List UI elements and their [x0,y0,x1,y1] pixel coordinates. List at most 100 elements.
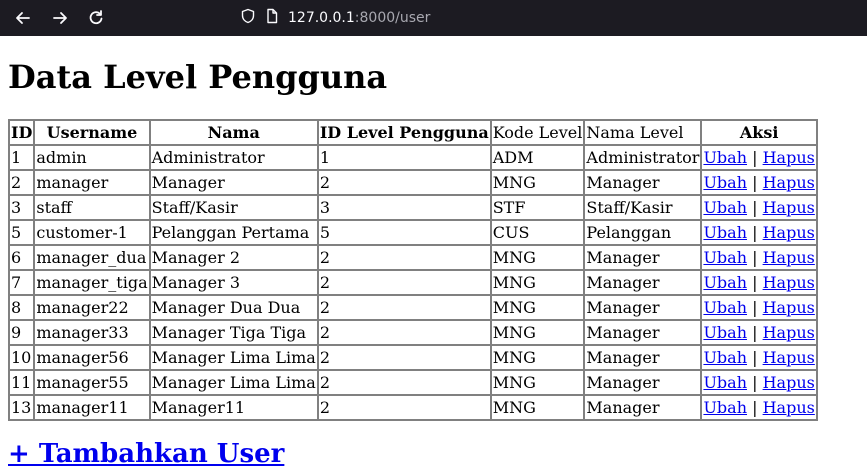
edit-link[interactable]: Ubah [703,323,747,342]
edit-link[interactable]: Ubah [703,298,747,317]
cell-nama-level: Manager [584,320,702,345]
action-separator: | [752,198,758,217]
cell-nama: Manager Dua Dua [149,295,318,320]
cell-actions: Ubah | Hapus [701,320,817,345]
edit-link[interactable]: Ubah [703,348,747,367]
cell-id: 6 [9,245,35,270]
cell-username: admin [34,145,150,170]
cell-id-level: 3 [317,195,491,220]
table-row: 8 manager22 Manager Dua Dua 2 MNG Manager Ubah… [9,295,817,320]
edit-link[interactable]: Ubah [703,248,747,267]
delete-link[interactable]: Hapus [763,198,815,217]
action-separator: | [752,273,758,292]
delete-link[interactable]: Hapus [763,398,815,417]
cell-id: 9 [9,320,35,345]
header-id: ID [9,120,35,145]
table-row: 9 manager33 Manager Tiga Tiga 2 MNG Manager Ub… [9,320,817,345]
cell-username: customer-1 [34,220,150,245]
table-row: 1 admin Administrator 1 ADM Administrator Ubah… [9,145,817,170]
action-separator: | [752,173,758,192]
cell-id: 5 [9,220,35,245]
cell-id-level: 1 [317,145,491,170]
forward-arrow-icon[interactable] [47,5,73,31]
cell-kode-level: MNG [490,395,585,420]
edit-link[interactable]: Ubah [703,273,747,292]
table-row: 3 staff Staff/Kasir 3 STF Staff/Kasir Ubah | H… [9,195,817,220]
cell-actions: Ubah | Hapus [701,395,817,420]
delete-link[interactable]: Hapus [763,148,815,167]
page-icon [264,8,280,28]
cell-username: manager_dua [34,245,150,270]
cell-nama-level: Administrator [584,145,702,170]
cell-nama-level: Manager [584,395,702,420]
cell-nama-level: Manager [584,370,702,395]
cell-nama-level: Manager [584,345,702,370]
cell-nama: Manager11 [149,395,318,420]
header-nama: Nama [149,120,318,145]
shield-icon [240,8,256,28]
edit-link[interactable]: Ubah [703,223,747,242]
cell-nama: Manager Lima Lima [149,370,318,395]
cell-actions: Ubah | Hapus [701,370,817,395]
cell-nama: Manager Tiga Tiga [149,320,318,345]
action-separator: | [752,223,758,242]
cell-id: 13 [9,395,35,420]
cell-id: 3 [9,195,35,220]
cell-kode-level: ADM [490,145,585,170]
delete-link[interactable]: Hapus [763,348,815,367]
header-username: Username [34,120,150,145]
cell-actions: Ubah | Hapus [701,295,817,320]
cell-id-level: 2 [317,345,491,370]
cell-id-level: 2 [317,395,491,420]
cell-kode-level: MNG [490,345,585,370]
edit-link[interactable]: Ubah [703,398,747,417]
cell-kode-level: CUS [490,220,585,245]
table-row: 11 manager55 Manager Lima Lima 2 MNG Manager U… [9,370,817,395]
cell-username: manager [34,170,150,195]
delete-link[interactable]: Hapus [763,323,815,342]
delete-link[interactable]: Hapus [763,248,815,267]
cell-id: 1 [9,145,35,170]
back-arrow-icon[interactable] [10,5,36,31]
action-separator: | [752,323,758,342]
table-row: 6 manager_dua Manager 2 2 MNG Manager Ubah | H… [9,245,817,270]
table-body: 1 admin Administrator 1 ADM Administrator Ubah… [9,145,817,420]
cell-username: staff [34,195,150,220]
cell-username: manager11 [34,395,150,420]
browser-toolbar: 127.0.0.1:8000/user [0,0,867,36]
cell-nama-level: Manager [584,170,702,195]
cell-actions: Ubah | Hapus [701,220,817,245]
cell-nama: Manager 3 [149,270,318,295]
cell-nama: Pelanggan Pertama [149,220,318,245]
address-bar[interactable]: 127.0.0.1:8000/user [240,5,430,31]
cell-username: manager55 [34,370,150,395]
reload-icon[interactable] [83,5,109,31]
table-row: 5 customer-1 Pelanggan Pertama 5 CUS Pelangga… [9,220,817,245]
cell-username: manager22 [34,295,150,320]
header-id-level: ID Level Pengguna [317,120,491,145]
delete-link[interactable]: Hapus [763,298,815,317]
add-user-link[interactable]: + Tambahkan User [8,439,284,469]
action-separator: | [752,298,758,317]
url-path: :8000/user [354,10,431,26]
cell-kode-level: MNG [490,170,585,195]
header-kode-level: Kode Level [490,120,585,145]
delete-link[interactable]: Hapus [763,173,815,192]
cell-id-level: 5 [317,220,491,245]
page-title: Data Level Pengguna [8,58,388,96]
edit-link[interactable]: Ubah [703,198,747,217]
table-row: 13 manager11 Manager11 2 MNG Manager Ubah | Ha… [9,395,817,420]
cell-nama-level: Manager [584,270,702,295]
cell-id-level: 2 [317,245,491,270]
edit-link[interactable]: Ubah [703,148,747,167]
cell-id: 11 [9,370,35,395]
edit-link[interactable]: Ubah [703,373,747,392]
action-separator: | [752,348,758,367]
cell-actions: Ubah | Hapus [701,145,817,170]
cell-kode-level: MNG [490,245,585,270]
delete-link[interactable]: Hapus [763,223,815,242]
delete-link[interactable]: Hapus [763,373,815,392]
edit-link[interactable]: Ubah [703,173,747,192]
delete-link[interactable]: Hapus [763,273,815,292]
cell-username: manager33 [34,320,150,345]
